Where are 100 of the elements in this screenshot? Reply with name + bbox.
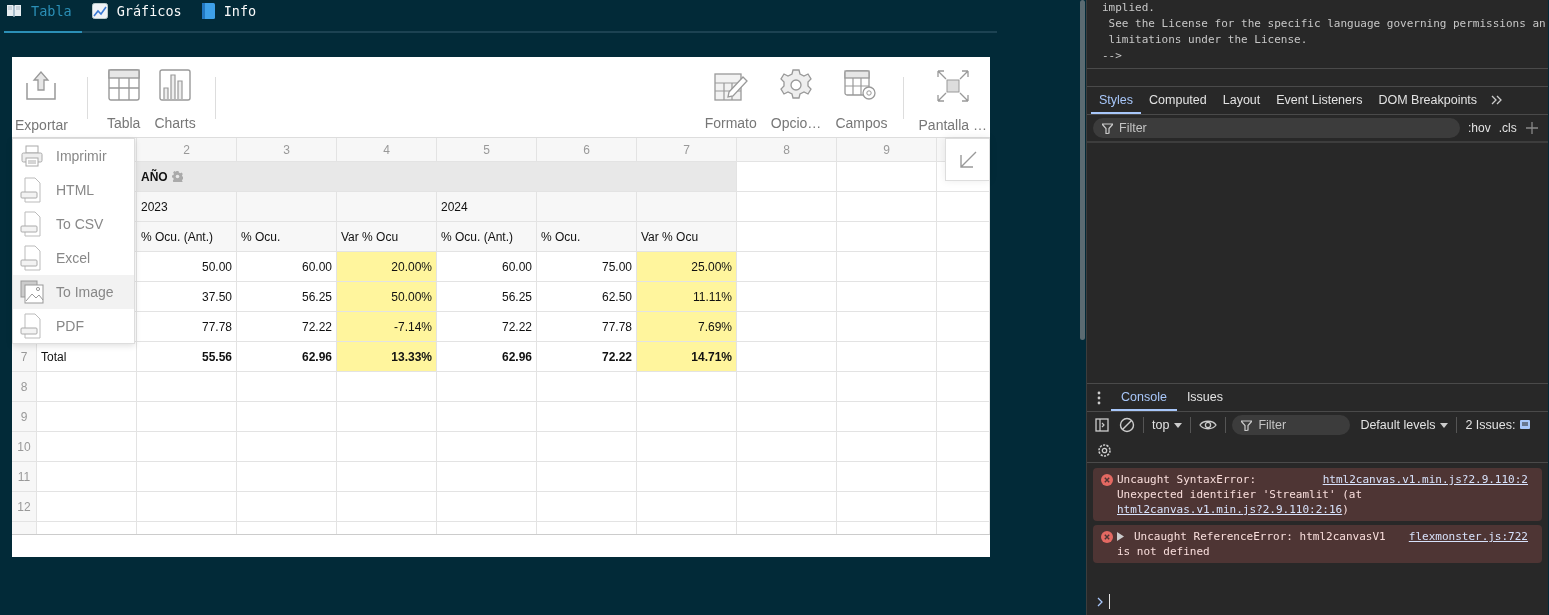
column-header: % Ocu. (Ant.): [137, 222, 237, 252]
table-cell: 25.00%: [637, 252, 737, 282]
nav-tab[interactable]: Tabla: [4, 0, 82, 33]
table-cell: [937, 492, 990, 522]
column-number: 7: [637, 138, 737, 162]
gear-icon: [780, 69, 813, 101]
column-header: Var % Ocu: [337, 222, 437, 252]
menu-item[interactable]: Imprimir: [13, 139, 134, 173]
file-icon: [20, 313, 44, 339]
kebab-icon: [1097, 390, 1101, 405]
column-header: % Ocu. (Ant.): [437, 222, 537, 252]
bar-chart-icon: [159, 69, 191, 101]
chevrons-icon: [1491, 94, 1504, 105]
table-cell: 77.78: [137, 312, 237, 342]
toolbar-button[interactable]: Exportar: [14, 57, 69, 137]
column-header: % Ocu.: [237, 222, 337, 252]
file-icon: [20, 177, 44, 203]
source-link[interactable]: flexmonster.js:722: [1408, 529, 1528, 544]
table-cell: [937, 432, 990, 462]
table-cell: 37.50: [137, 282, 237, 312]
filter-field[interactable]: Filter: [1093, 118, 1460, 138]
column-header: % Ocu.: [537, 222, 637, 252]
settings-icon: [1097, 442, 1112, 458]
error-title: Uncaught SyntaxError:: [1117, 472, 1257, 487]
expand-triangle-icon: [1117, 532, 1124, 541]
panel-tab[interactable]: Event Listeners: [1268, 87, 1371, 114]
column-number: 3: [237, 138, 337, 162]
gear-icon: [171, 171, 183, 182]
panel-tab[interactable]: Computed: [1141, 87, 1215, 114]
arrow-icon: [958, 150, 977, 169]
panel-tab[interactable]: Styles: [1091, 87, 1142, 114]
column-number: 8: [737, 138, 837, 162]
toggle-button[interactable]: .cls: [1498, 121, 1517, 135]
error-message: is not defined: [1117, 544, 1211, 559]
clear-console-button[interactable]: [1117, 417, 1137, 433]
caret-icon: [1174, 422, 1183, 428]
column-header: 2023: [137, 192, 237, 222]
table-cell: 56.25: [437, 282, 537, 312]
table-cell: 13.33%: [337, 342, 437, 372]
toolbar-button[interactable]: Formato: [703, 57, 758, 137]
nav-tab[interactable]: Gráficos: [89, 0, 192, 33]
panel-tab[interactable]: DOM Breakpoints: [1370, 87, 1486, 114]
caret-icon: [1440, 422, 1449, 428]
toggle-button[interactable]: :hov: [1468, 121, 1491, 135]
table-cell: [937, 342, 990, 372]
toolbar-button[interactable]: Charts: [153, 57, 197, 137]
column-header: Var % Ocu: [637, 222, 737, 252]
menu-item[interactable]: HTML: [13, 173, 134, 207]
table-cell: [937, 282, 990, 312]
panel-tab[interactable]: Layout: [1214, 87, 1269, 114]
menu-item[interactable]: PDF: [13, 309, 134, 343]
table-cell: 55.56: [137, 342, 237, 372]
toolbar-button[interactable]: Campos: [834, 57, 889, 137]
column-number: 6: [537, 138, 637, 162]
source-link[interactable]: html2canvas.v1.min.js?2.9.110:2: [1322, 472, 1528, 487]
table-cell: 50.00: [137, 252, 237, 282]
table-icon: [107, 69, 140, 101]
table-cell: -7.14%: [337, 312, 437, 342]
error-title: Uncaught ReferenceError: html2canvasV1: [1134, 529, 1386, 544]
row-number: 10: [12, 432, 37, 462]
toolbar-button[interactable]: Pantalla …: [917, 57, 988, 137]
nav-tab[interactable]: Info: [199, 0, 267, 33]
table-cell: 11.11%: [637, 282, 737, 312]
sidebar-toggle[interactable]: [1093, 418, 1111, 432]
prompt-icon: [1097, 596, 1103, 607]
text-cursor: [1109, 594, 1110, 609]
book-icon: [201, 3, 215, 19]
table-cell: [937, 312, 990, 342]
row-number: 9: [12, 402, 37, 432]
toolbar-button[interactable]: Tabla: [105, 57, 142, 137]
menu-item[interactable]: Excel: [13, 241, 134, 275]
column-field-label: AÑO: [141, 169, 168, 184]
eye-icon: [1199, 419, 1218, 431]
filter-field[interactable]: Filter: [1232, 415, 1351, 435]
table-cell: [937, 192, 990, 222]
table-gear-icon: [844, 69, 879, 101]
menu-item[interactable]: To CSV: [13, 207, 134, 241]
printer-icon: [20, 144, 44, 168]
table-cell: [937, 372, 990, 402]
file-icon: [20, 211, 44, 237]
table-cell: 60.00: [437, 252, 537, 282]
row-number: 11: [12, 462, 37, 492]
context-dropdown[interactable]: top: [1150, 418, 1185, 432]
drawer-tab[interactable]: Issues: [1176, 384, 1233, 411]
drawer-tab[interactable]: Console: [1111, 384, 1177, 411]
column-number: 9: [837, 138, 937, 162]
toolbar-button[interactable]: Opcio…: [769, 57, 823, 137]
column-number: 4: [337, 138, 437, 162]
code-line: -->: [1102, 48, 1123, 64]
column-number: 5: [437, 138, 537, 162]
settings-button[interactable]: [1097, 442, 1112, 458]
levels-dropdown[interactable]: Default levels: [1358, 418, 1451, 432]
source-link[interactable]: html2canvas.v1.min.js?2.9.110:2:16: [1117, 503, 1343, 516]
scrollbar-thumb[interactable]: [1079, 0, 1085, 340]
row-number: 8: [12, 372, 37, 402]
table-cell: [937, 252, 990, 282]
table-cell: [937, 222, 990, 252]
issues-button[interactable]: 2 Issues:: [1463, 418, 1533, 432]
plus-icon: [1524, 121, 1539, 135]
add-button[interactable]: [1524, 121, 1539, 135]
